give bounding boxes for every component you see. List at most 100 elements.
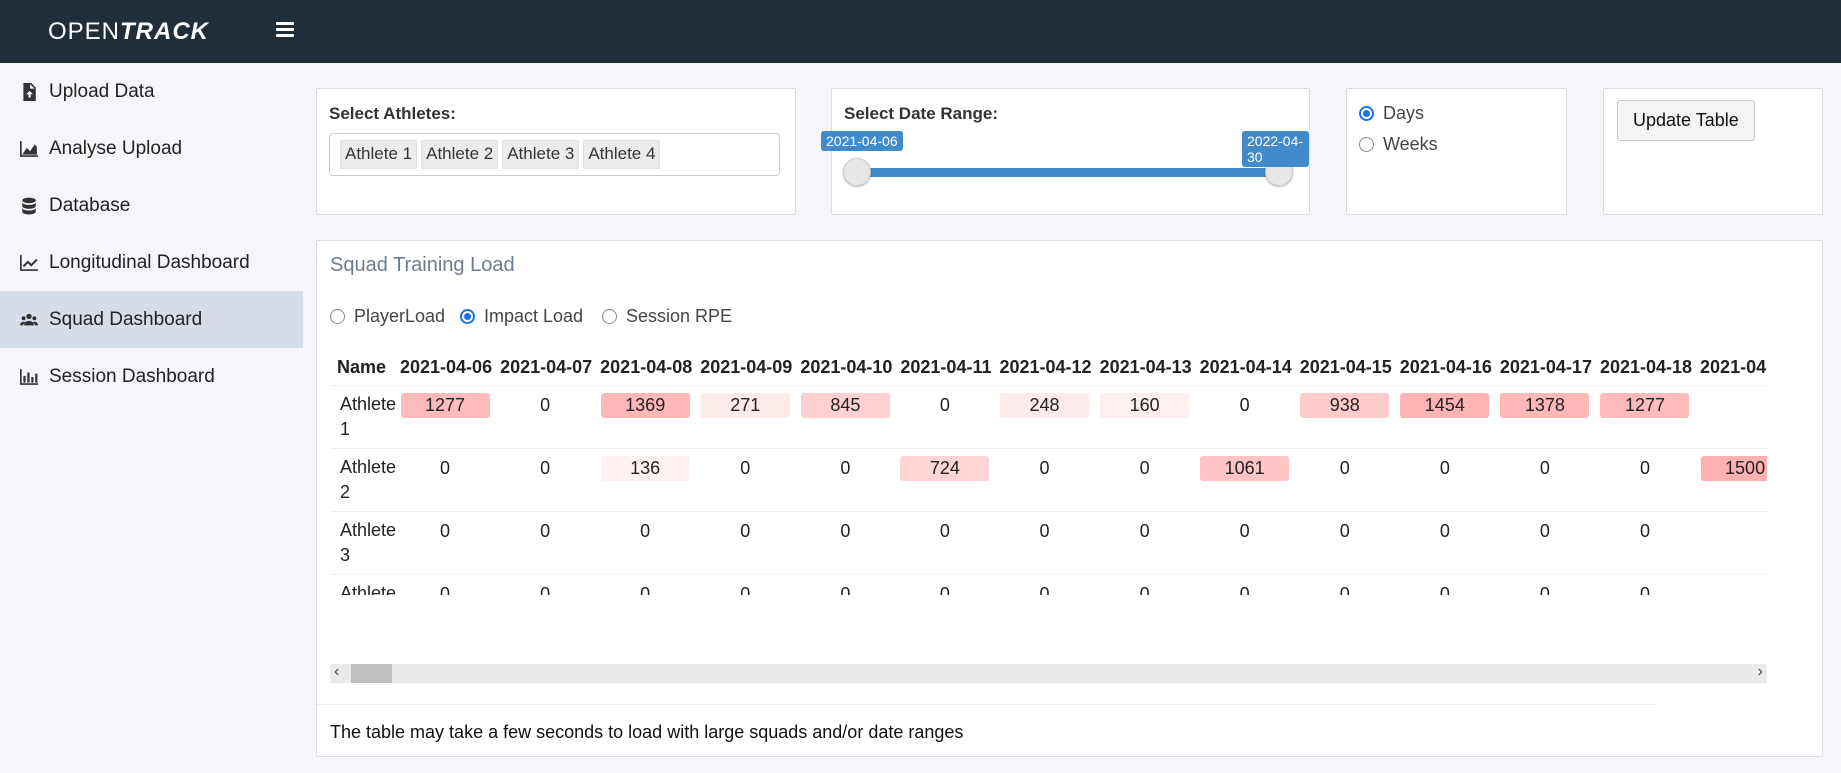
sidebar-item-analyse-upload[interactable]: Analyse Upload: [0, 120, 303, 177]
metric-radio-playerload[interactable]: PlayerLoad: [330, 306, 445, 327]
load-value-cell: 0: [1499, 510, 1600, 574]
athlete-chip[interactable]: Athlete 1: [340, 140, 418, 169]
radio-button[interactable]: [602, 309, 617, 324]
sidebar-item-squad-dashboard[interactable]: Squad Dashboard: [0, 291, 303, 348]
load-value-cell: [1700, 384, 1767, 448]
load-value: 0: [1539, 520, 1550, 541]
update-panel: Update Table: [1603, 88, 1823, 215]
date-column-header: 2021-04-16: [1399, 357, 1492, 378]
load-value: 0: [840, 520, 851, 541]
load-value: 0: [1239, 520, 1250, 541]
sidebar-item-label: Upload Data: [49, 80, 155, 102]
load-value-cell: 0: [400, 573, 501, 595]
horizontal-scrollbar[interactable]: ‹ ›: [330, 663, 1767, 683]
load-value: 0: [540, 520, 551, 541]
metric-radio-session-rpe[interactable]: Session RPE: [602, 306, 732, 327]
load-value-cell: 0: [400, 447, 501, 511]
radio-label: PlayerLoad: [354, 306, 446, 326]
main-content: Select Athletes: Athlete 1 Athlete 2 Ath…: [303, 63, 1841, 773]
load-value-cell: 0: [500, 384, 601, 448]
load-value-cell: 0: [999, 573, 1100, 595]
table-row: Athlete 2 0 0 136 0 0 724 0 0 1061 0 0 0 0 1500: [330, 447, 1767, 511]
sidebar-item-database[interactable]: Database: [0, 177, 303, 234]
loading-note: The table may take a few seconds to load…: [330, 722, 964, 742]
date-column-header: 2021-04-15: [1299, 357, 1392, 378]
load-value-cell: 0: [1299, 510, 1400, 574]
sidebar-item-session-dashboard[interactable]: Session Dashboard: [0, 348, 303, 405]
load-value-cell: 0: [600, 510, 701, 574]
sidebar-item-upload-data[interactable]: Upload Data: [0, 63, 303, 120]
load-value: 160: [1100, 392, 1190, 418]
divider: [317, 704, 1658, 705]
load-value: 1454: [1400, 392, 1490, 418]
load-value: 0: [840, 457, 851, 478]
load-value: 0: [1339, 520, 1350, 541]
load-value-cell: 0: [1299, 447, 1400, 511]
date-column-header: 2021-04-13: [1099, 357, 1192, 378]
load-value: 0: [1139, 457, 1150, 478]
load-value-cell: 0: [1599, 447, 1701, 511]
radio-button[interactable]: [1359, 137, 1374, 152]
slider-start-handle[interactable]: [843, 158, 871, 186]
load-value: 0: [440, 520, 451, 541]
load-value: 1378: [1500, 392, 1590, 418]
load-value-cell: 724: [900, 447, 1000, 511]
radio-label: Impact Load: [484, 306, 584, 326]
load-value: 136: [600, 455, 690, 481]
athlete-chip[interactable]: Athlete 4: [583, 140, 661, 169]
load-value-cell: 0: [500, 573, 601, 596]
load-value: 0: [1339, 583, 1350, 596]
athlete-chip[interactable]: Athlete 2: [421, 140, 499, 169]
update-table-button[interactable]: Update Table: [1617, 100, 1755, 141]
load-value: 0: [1639, 583, 1650, 596]
scroll-left-icon[interactable]: ‹: [334, 663, 339, 681]
sidebar-item-label: Session Dashboard: [49, 365, 215, 387]
athlete-multiselect[interactable]: Athlete 1 Athlete 2 Athlete 3 Athlete 4: [329, 133, 780, 176]
load-value: 248: [1000, 392, 1090, 418]
load-value-cell: 0: [1599, 510, 1701, 574]
load-value-cell: 136: [600, 447, 701, 511]
load-value: 1277: [1600, 392, 1690, 418]
scrollbar-thumb[interactable]: [351, 664, 392, 683]
radio-button[interactable]: [330, 309, 345, 324]
slider-start-label: 2021-04-06: [821, 131, 903, 151]
load-value: 0: [1039, 457, 1050, 478]
days-radio[interactable]: Days: [1359, 103, 1424, 124]
date-range-slider[interactable]: [857, 168, 1287, 177]
load-value: 271: [700, 392, 790, 418]
load-value-cell: 0: [500, 447, 601, 511]
line-chart-icon: [19, 253, 39, 273]
date-range-label: Select Date Range:: [844, 104, 998, 123]
area-chart-icon: [19, 139, 39, 159]
load-value: 0: [540, 583, 551, 596]
date-column-header: 2021-04-07: [500, 357, 593, 378]
load-value-cell: 1378: [1499, 384, 1600, 448]
slider-end-label: 2022-04-30: [1242, 131, 1309, 167]
athlete-chip[interactable]: Athlete 3: [502, 140, 580, 169]
athletes-label: Select Athletes:: [329, 104, 456, 123]
load-value-cell: 0: [999, 447, 1100, 511]
load-value-cell: 0: [1499, 573, 1600, 595]
load-value: 0: [1639, 520, 1650, 541]
weeks-radio[interactable]: Weeks: [1359, 134, 1438, 155]
load-value-cell: 0: [999, 510, 1100, 574]
app-logo[interactable]: OPENTRACK: [48, 18, 209, 46]
radio-button[interactable]: [460, 309, 475, 324]
athlete-name-cell: Athlete 1: [330, 384, 400, 448]
load-value-cell: 0: [800, 573, 901, 595]
training-load-table: Name 2021-04-06 2021-04-07 2021-04-08 2021-…: [330, 351, 1767, 595]
sidebar-item-label: Squad Dashboard: [49, 308, 203, 330]
load-value-cell: 0: [900, 573, 1000, 595]
load-value: 0: [640, 583, 651, 596]
scroll-right-icon[interactable]: ›: [1758, 663, 1763, 681]
menu-toggle-icon[interactable]: [276, 22, 294, 38]
load-value-cell: 0: [900, 384, 1000, 448]
date-column-header: 2021-04-08: [600, 357, 693, 378]
sidebar-item-longitudinal-dashboard[interactable]: Longitudinal Dashboard: [0, 234, 303, 291]
radio-button[interactable]: [1359, 106, 1374, 121]
load-value-cell: 0: [700, 573, 801, 595]
metric-radio-impact-load[interactable]: Impact Load: [460, 306, 583, 327]
load-value: 0: [1539, 457, 1550, 478]
load-value-cell: 0: [1199, 573, 1300, 595]
load-value: 0: [640, 520, 651, 541]
